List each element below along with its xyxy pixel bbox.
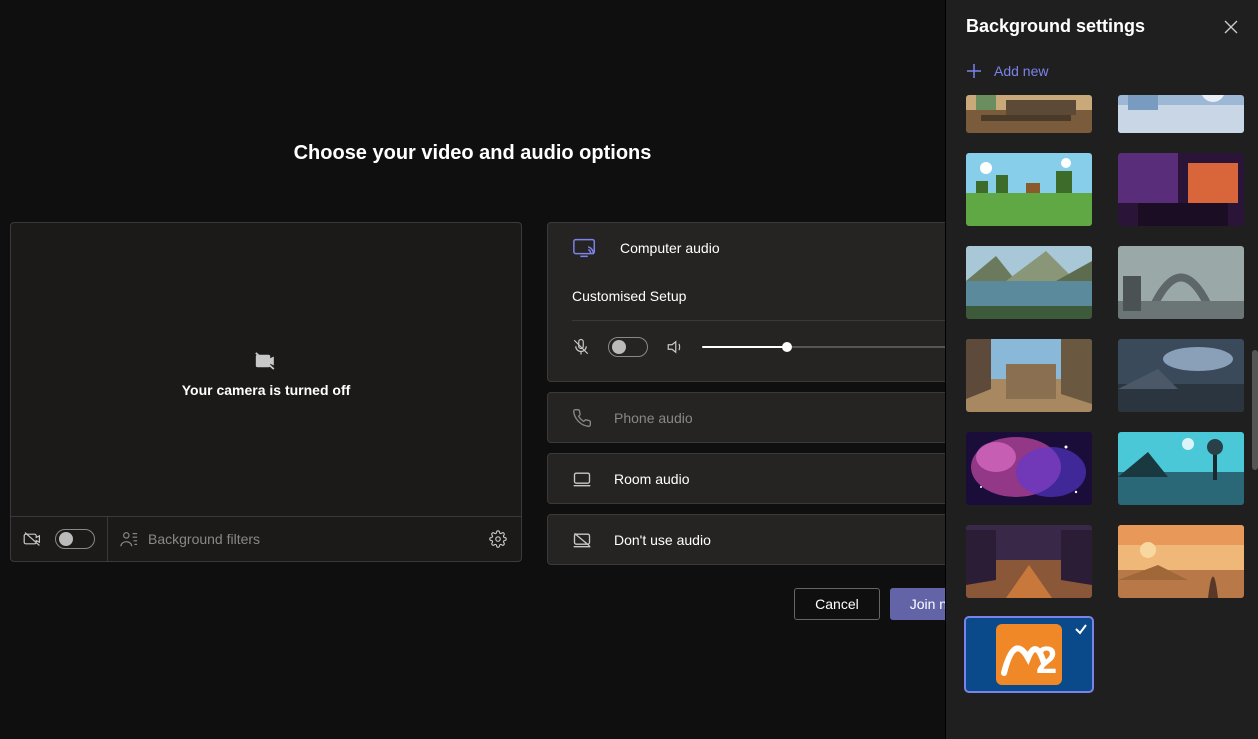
bg-thumb-nebula[interactable] (966, 432, 1092, 505)
phone-audio-label: Phone audio (614, 410, 693, 426)
video-settings-button[interactable] (489, 530, 507, 548)
panel-scrollbar[interactable] (1252, 350, 1258, 470)
audio-setup-row[interactable]: Customised Setup (548, 272, 984, 304)
audio-controls-row (548, 321, 984, 377)
no-audio-label: Don't use audio (614, 532, 711, 548)
camera-off-icon (255, 352, 277, 370)
cancel-button[interactable]: Cancel (794, 588, 880, 620)
background-settings-panel: Background settings Add new 2 (945, 0, 1258, 739)
gear-icon (489, 530, 507, 548)
background-filters-button[interactable]: Background filters (108, 530, 521, 548)
phone-icon (572, 408, 592, 428)
bg-thumb-m2-logo[interactable]: 2 (966, 618, 1092, 691)
prejoin-main: Choose your video and audio options Your… (0, 0, 945, 739)
svg-text:2: 2 (1036, 640, 1057, 682)
bg-thumb-minecraft[interactable] (966, 153, 1092, 226)
video-preview-card: Your camera is turned off Background fil… (10, 222, 522, 562)
selected-check-icon (1074, 622, 1088, 636)
computer-audio-icon (572, 236, 598, 260)
person-blur-icon (120, 530, 138, 548)
camera-off-text: Your camera is turned off (182, 382, 351, 398)
background-filters-label: Background filters (148, 531, 260, 547)
add-new-background-button[interactable]: Add new (946, 53, 1258, 95)
audio-options: Computer audio Customised Setup Phone au… (547, 222, 985, 575)
bg-thumb-minecraft-dungeons[interactable] (1118, 153, 1244, 226)
camera-toggle[interactable] (55, 529, 95, 549)
camera-off-notice: Your camera is turned off (182, 352, 351, 398)
camera-toggle-icon[interactable] (23, 531, 43, 547)
bg-thumb-scifi-planet[interactable] (1118, 339, 1244, 412)
phone-audio-card[interactable]: Phone audio (547, 392, 985, 443)
no-audio-card[interactable]: Don't use audio (547, 514, 985, 565)
close-icon (1224, 20, 1238, 34)
plus-icon (966, 63, 982, 79)
panel-title: Background settings (966, 16, 1145, 37)
speaker-icon[interactable] (666, 338, 684, 356)
bg-thumb-mountain-lake[interactable] (966, 246, 1092, 319)
page-title: Choose your video and audio options (0, 142, 945, 165)
bg-thumb-lab[interactable] (1118, 95, 1244, 133)
volume-slider[interactable] (702, 346, 960, 348)
computer-audio-card[interactable]: Computer audio Customised Setup (547, 222, 985, 382)
no-audio-icon (572, 531, 592, 549)
close-panel-button[interactable] (1224, 20, 1238, 34)
bg-thumb-classroom[interactable] (966, 95, 1092, 133)
mic-off-icon[interactable] (572, 338, 590, 356)
room-icon (572, 470, 592, 488)
audio-setup-label: Customised Setup (572, 288, 686, 304)
bg-thumb-coastal-scene[interactable] (1118, 432, 1244, 505)
bg-thumb-halo-arch[interactable] (1118, 246, 1244, 319)
room-audio-label: Room audio (614, 471, 690, 487)
action-buttons: Cancel Join now (547, 588, 985, 620)
panel-header: Background settings (946, 0, 1258, 53)
video-toolbar: Background filters (11, 516, 521, 561)
background-grid: 2 (946, 95, 1258, 691)
bg-thumb-medieval-town[interactable] (966, 339, 1092, 412)
bg-thumb-autumn-village[interactable] (966, 525, 1092, 598)
computer-audio-label: Computer audio (620, 240, 720, 256)
room-audio-card[interactable]: Room audio (547, 453, 985, 504)
add-new-label: Add new (994, 63, 1048, 79)
mic-toggle[interactable] (608, 337, 648, 357)
bg-thumb-sunset-hills[interactable] (1118, 525, 1244, 598)
